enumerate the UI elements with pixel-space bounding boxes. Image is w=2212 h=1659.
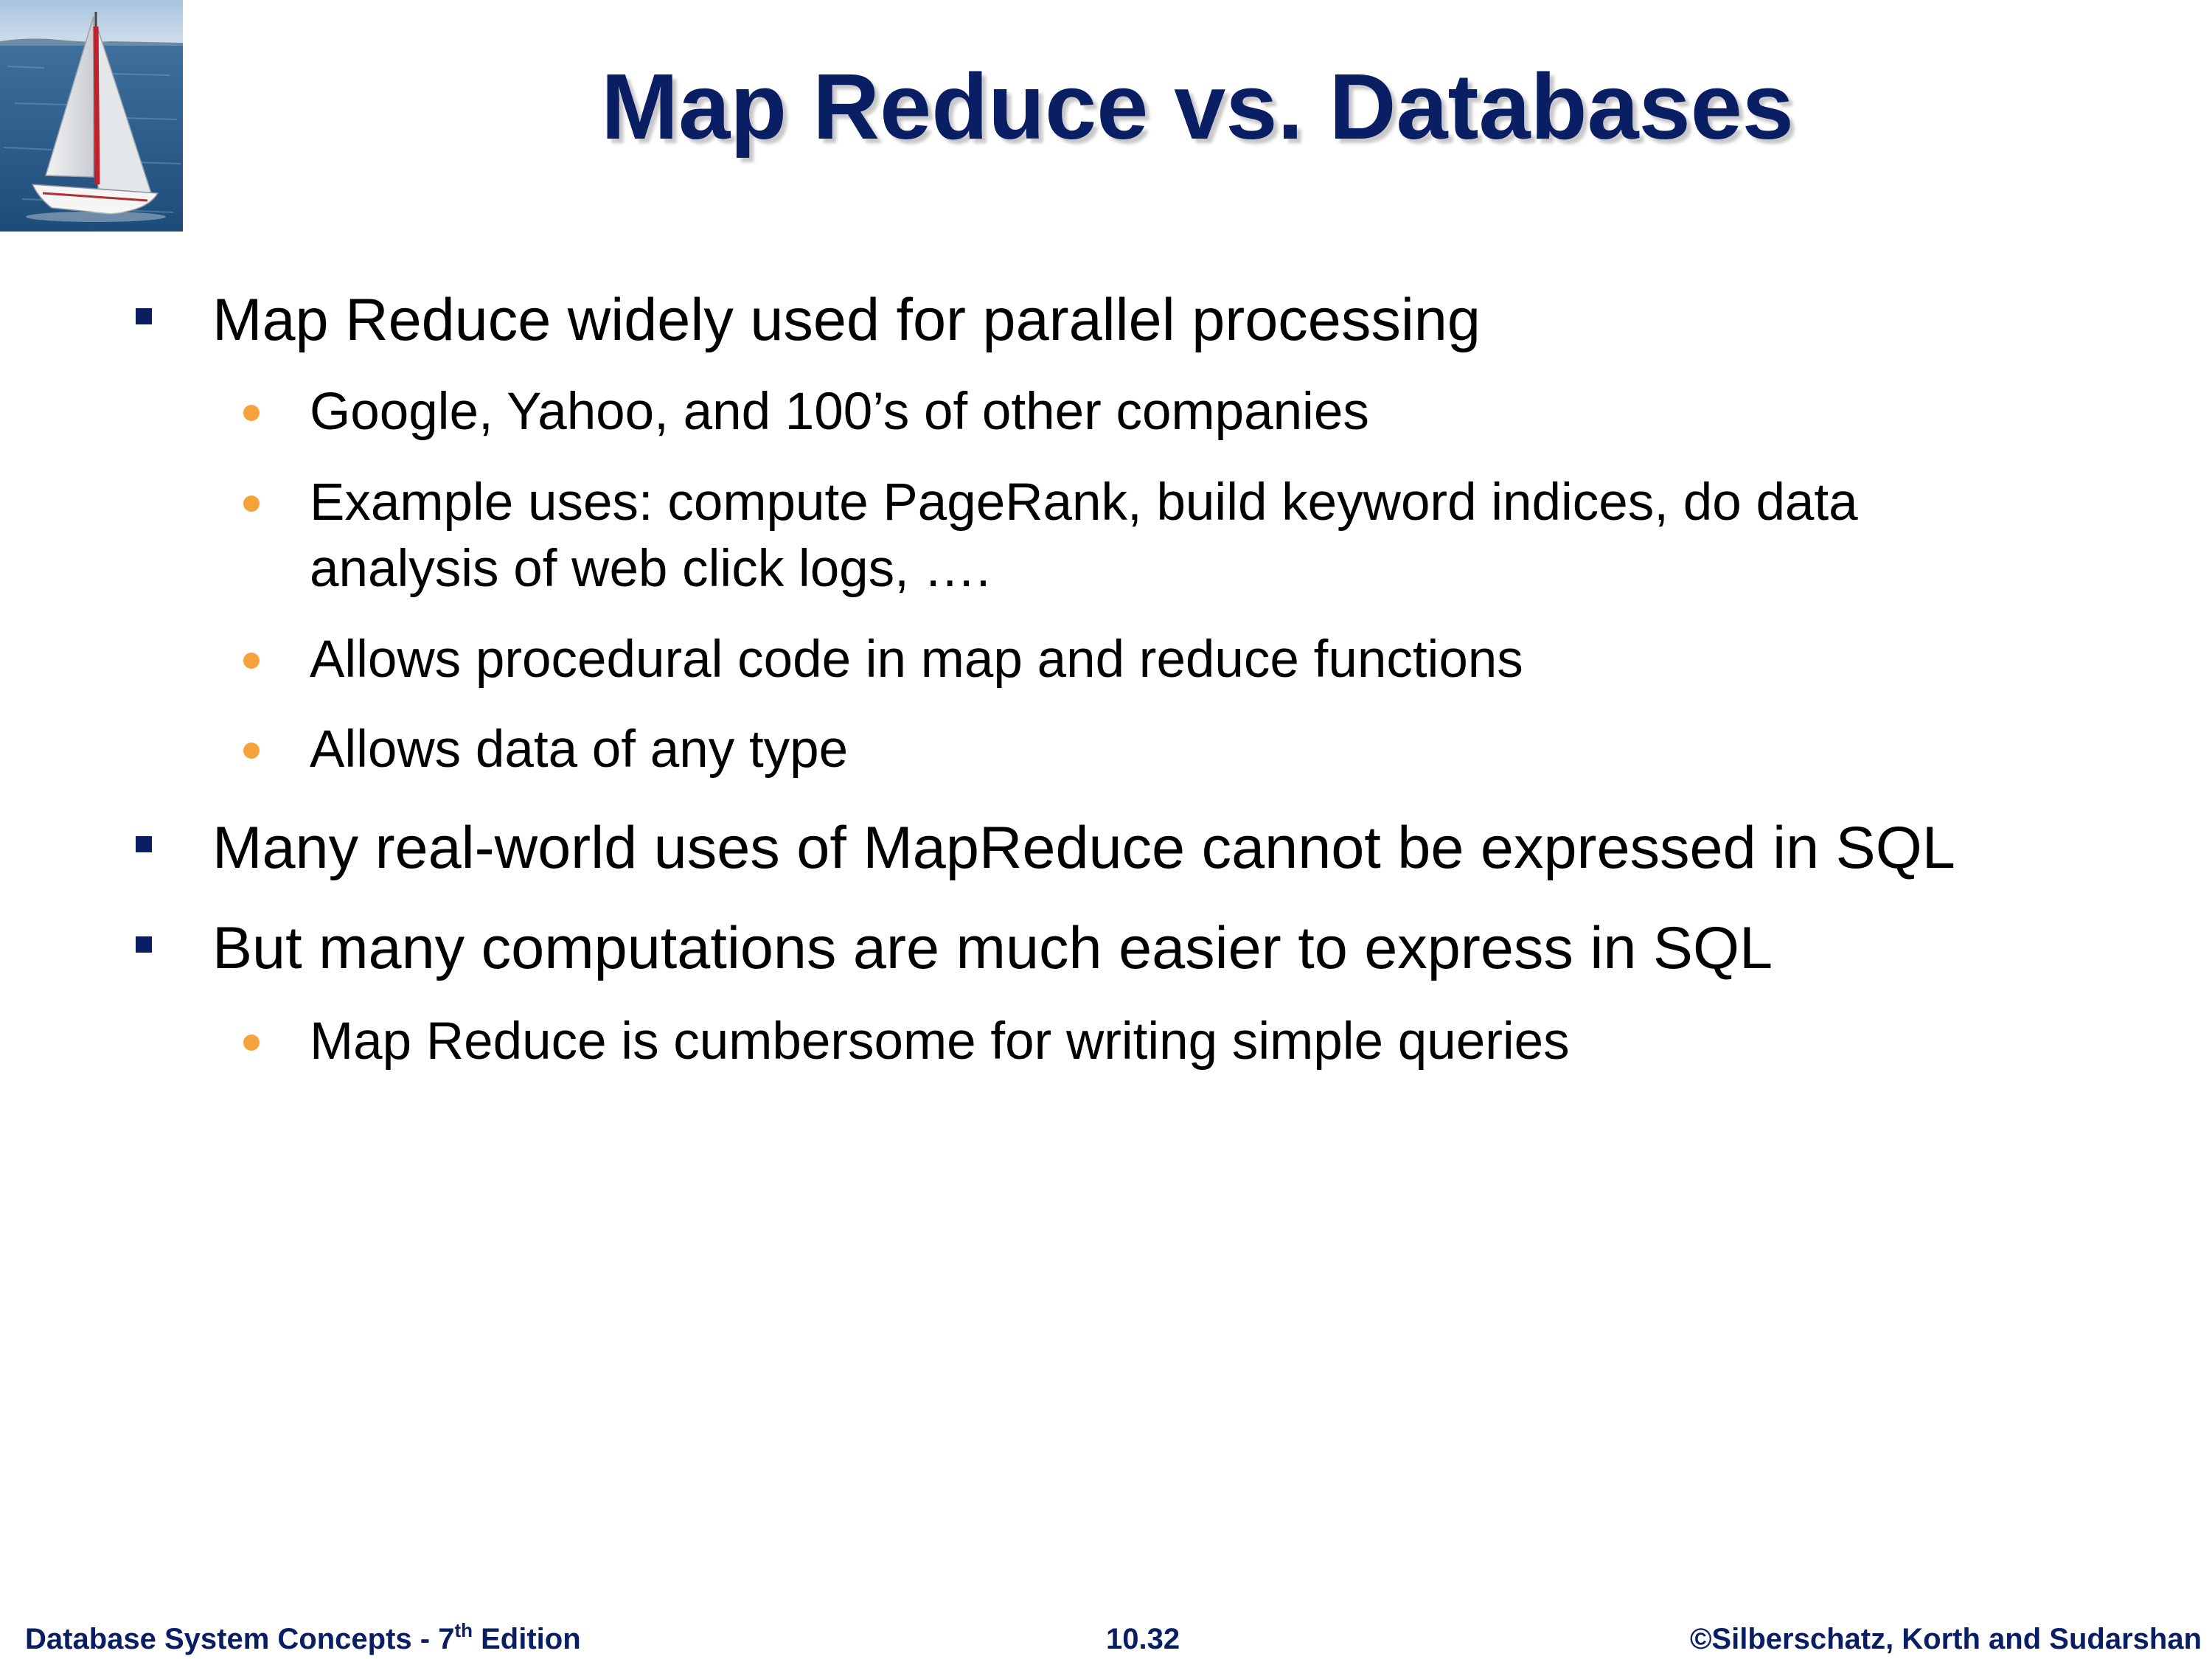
footer-book-superscript: th [454,1618,473,1641]
slide-title: Map Reduce vs. Databases [601,55,1794,159]
dot-bullet-icon [243,1034,260,1051]
dot-bullet-icon [243,653,260,669]
dot-bullet-icon [243,405,260,421]
bullet-item: Map Reduce widely used for parallel proc… [212,287,1481,353]
dot-bullet-icon [243,495,260,512]
sub-bullet-item: Allows data of any type [310,720,849,779]
footer-book-suffix: Edition [473,1623,581,1655]
footer-book-title: Database System Concepts - 7th Edition [25,1621,581,1658]
footer-copyright: ©Silberschatz, Korth and Sudarshan [1689,1623,2202,1655]
sub-bullet-item: Allows procedural code in map and reduce… [310,630,1523,689]
dot-bullet-icon [243,742,260,759]
footer-book-prefix: Database System Concepts - 7 [25,1623,455,1655]
square-bullet-icon [136,836,152,852]
bullet-item: But many computations are much easier to… [212,915,1773,981]
sub-bullet-item-continuation: analysis of web click logs, …. [310,540,991,598]
sub-bullet-item: Google, Yahoo, and 100’s of other compan… [310,383,1369,441]
sailboat-logo [0,0,183,232]
sub-bullet-item: Example uses: compute PageRank, build ke… [310,473,1858,532]
footer-page-number: 10.32 [1106,1623,1180,1655]
square-bullet-icon [136,308,152,324]
square-bullet-icon [136,936,152,953]
bullet-item: Many real-world uses of MapReduce cannot… [212,815,1955,881]
sub-bullet-item: Map Reduce is cumbersome for writing sim… [310,1012,1570,1071]
